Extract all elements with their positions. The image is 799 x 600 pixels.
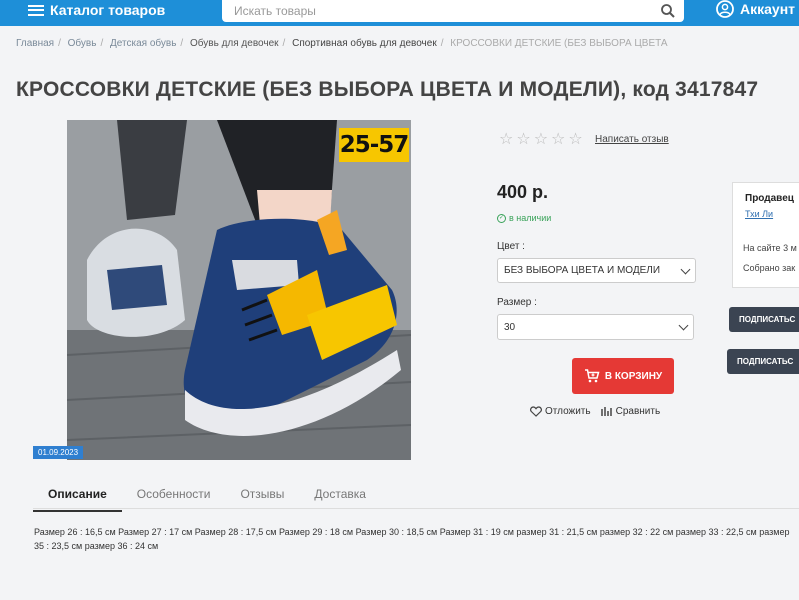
breadcrumb: Главная / Обувь / Детская обувь / Обувь для…	[16, 38, 668, 49]
size-label: Размер :	[497, 297, 537, 308]
account-button[interactable]: Аккаунт	[716, 0, 795, 18]
seller-name-link[interactable]: Тхи Ли	[745, 209, 773, 219]
seller-card: Продавец Тхи Ли На сайте 3 м Собрано зак	[732, 182, 799, 288]
compare-icon	[600, 407, 612, 416]
defer-label: Отложить	[545, 406, 591, 417]
price: 400 р.	[497, 182, 549, 202]
product-actions: Отложить Сравнить	[530, 406, 660, 417]
star-icon[interactable]: ☆	[568, 132, 582, 148]
account-label: Аккаунт	[740, 1, 796, 17]
add-to-cart-label: В КОРЗИНУ	[604, 370, 663, 382]
star-icon[interactable]: ☆	[516, 132, 530, 148]
compare-label: Сравнить	[615, 406, 661, 417]
check-circle-icon: ✓	[497, 213, 506, 223]
stock-status: ✓ в наличии	[497, 213, 551, 223]
add-to-cart-button[interactable]: В КОРЗИНУ	[572, 358, 674, 394]
star-icon[interactable]: ☆	[551, 132, 565, 148]
breadcrumb-item[interactable]: Обувь	[68, 38, 97, 49]
search-box	[222, 0, 684, 22]
page-title: КРОССОВКИ ДЕТСКИЕ (БЕЗ ВЫБОРА ЦВЕТА И МО…	[16, 78, 759, 101]
subscribe-button[interactable]: ПОДПИСАТЬС	[727, 349, 799, 374]
stock-label: в наличии	[509, 213, 552, 223]
cart-icon	[584, 369, 600, 383]
menu-icon	[28, 4, 44, 16]
breadcrumb-item[interactable]: Детская обувь	[110, 38, 176, 49]
breadcrumb-current: КРОССОВКИ ДЕТСКИЕ (БЕЗ ВЫБОРА ЦВЕТА	[450, 38, 668, 49]
top-bar: Каталог товаров Аккаунт	[0, 0, 799, 26]
seller-since: На сайте 3 м	[743, 243, 797, 253]
rating-stars[interactable]: ☆ ☆ ☆ ☆ ☆	[499, 132, 583, 148]
chevron-down-icon	[680, 264, 691, 275]
star-icon[interactable]: ☆	[534, 132, 548, 148]
tabs-divider	[33, 508, 799, 509]
breadcrumb-item[interactable]: Главная	[16, 38, 54, 49]
compare-button[interactable]: Сравнить	[600, 406, 661, 417]
color-select[interactable]: БЕЗ ВЫБОРА ЦВЕТА И МОДЕЛИ	[497, 258, 696, 283]
size-range-badge: 25-57	[339, 128, 409, 162]
search-input[interactable]	[222, 0, 642, 22]
star-icon[interactable]: ☆	[499, 132, 513, 148]
catalog-menu-button[interactable]: Каталог товаров	[28, 2, 165, 18]
write-review-link[interactable]: Написать отзыв	[595, 134, 669, 145]
chevron-down-icon	[678, 320, 689, 331]
seller-orders: Собрано зак	[743, 263, 796, 273]
date-badge: 01.09.2023	[33, 446, 84, 459]
heart-icon	[530, 406, 542, 417]
product-image[interactable]	[67, 120, 411, 460]
search-icon[interactable]	[660, 3, 676, 19]
size-select[interactable]: 30	[497, 314, 694, 340]
user-icon	[716, 0, 734, 18]
subscribe-button[interactable]: ПОДПИСАТЬС	[729, 307, 799, 332]
color-select-value: БЕЗ ВЫБОРА ЦВЕТА И МОДЕЛИ	[504, 265, 661, 276]
defer-button[interactable]: Отложить	[530, 406, 591, 417]
description-text: Размер 26 : 16,5 см Размер 27 : 17 см Ра…	[34, 527, 790, 551]
seller-title: Продавец	[745, 193, 794, 204]
catalog-label: Каталог товаров	[50, 2, 166, 18]
breadcrumb-item[interactable]: Спортивная обувь для девочек	[292, 38, 437, 49]
breadcrumb-item[interactable]: Обувь для девочек	[190, 38, 279, 49]
size-select-value: 30	[504, 321, 516, 333]
color-label: Цвет :	[497, 241, 525, 252]
sneaker-illustration	[67, 120, 411, 460]
